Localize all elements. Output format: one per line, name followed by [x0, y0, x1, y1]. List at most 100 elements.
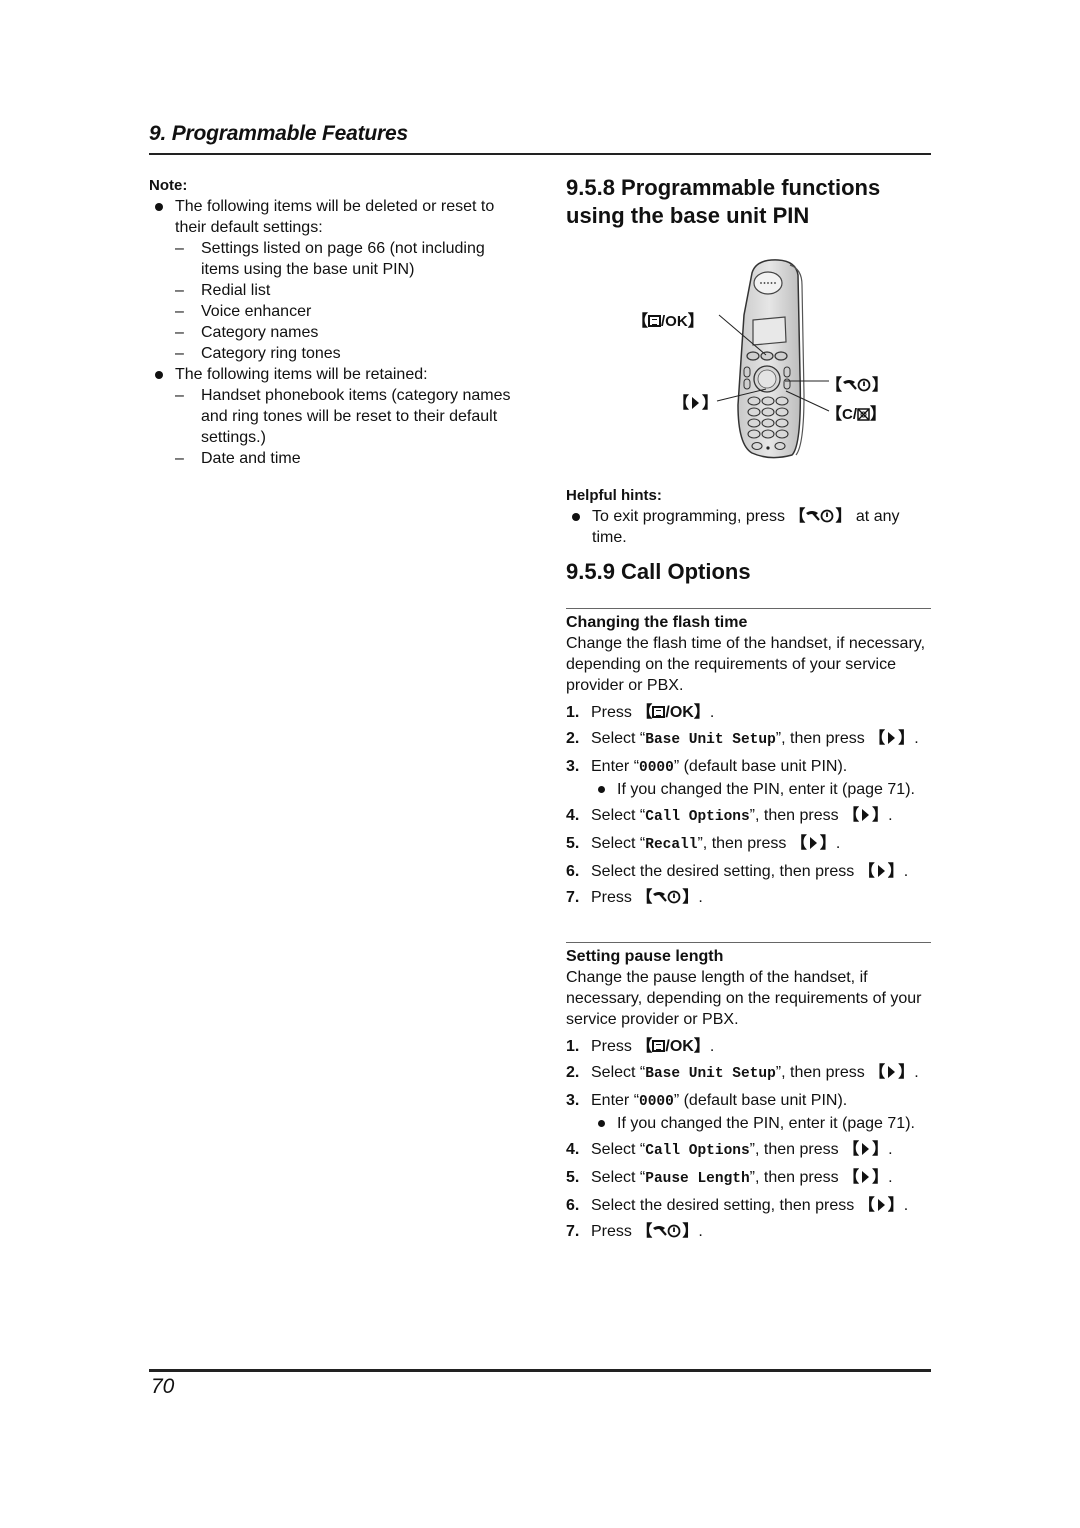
right-arrow-icon [809, 837, 817, 849]
callout-off: 【】 [826, 377, 889, 394]
subsection-rule [566, 608, 931, 609]
menu-item-name: Call Options [645, 809, 750, 825]
step-item: 7. Press 【】. [566, 1223, 703, 1240]
callout-clear: 【C/】 [826, 406, 887, 423]
section-title-959: 9.5.9 Call Options [566, 559, 751, 584]
list-item: – Voice enhancer [175, 303, 312, 320]
callout-menu-ok: 【/OK】 [632, 313, 704, 330]
right-key: 【】 [858, 863, 904, 880]
menu-item-name: Call Options [645, 1143, 750, 1159]
step-note: If you changed the PIN, enter it (page 7… [591, 1113, 936, 1134]
menu-item-name: Base Unit Setup [645, 732, 776, 748]
menu-item-name: 0000 [639, 760, 674, 776]
list-item: – Category names [175, 324, 319, 341]
pause-length-subsection: Setting pause length Change the pause le… [566, 947, 936, 1247]
right-arrow-icon [692, 397, 700, 409]
right-arrow-icon [862, 809, 870, 821]
step-number: 4. [566, 1141, 580, 1158]
subsection-rule [566, 942, 931, 943]
right-key: 【】 [869, 730, 915, 747]
right-key: 【】 [843, 1141, 889, 1158]
menu-item-name: Pause Length [645, 1171, 750, 1187]
subsection-title: Setting pause length [566, 948, 724, 965]
menu-ok-key: 【/OK】 [636, 1038, 710, 1055]
right-key: 【】 [858, 1197, 904, 1214]
callout-right: 【】 [673, 395, 719, 412]
off-hook-power-icon [653, 1224, 681, 1238]
chapter-title: 9. Programmable Features [149, 122, 408, 145]
step-item: 3. Enter “0000” (default base unit PIN). … [566, 1090, 936, 1134]
step-number: 3. [566, 1092, 580, 1109]
step-item: 7. Press 【】. [566, 889, 703, 906]
off-key: 【】 [636, 1223, 699, 1240]
step-number: 1. [566, 1038, 580, 1055]
page-number: 70 [151, 1375, 175, 1398]
note-bullet-deleted: The following items will be deleted or r… [149, 196, 524, 238]
flash-time-subsection: Changing the flash time Change the flash… [566, 613, 936, 913]
step-number: 4. [566, 807, 580, 824]
off-hook-power-icon [843, 378, 871, 392]
step-item: 4. Select “Call Options”, then press 【】. [566, 1141, 893, 1159]
step-item: 5. Select “Pause Length”, then press 【】. [566, 1169, 893, 1187]
hints-label: Helpful hints: [566, 487, 662, 504]
step-number: 6. [566, 1197, 580, 1214]
step-note: If you changed the PIN, enter it (page 7… [591, 779, 936, 800]
menu-icon [648, 315, 662, 327]
step-item: 2. Select “Base Unit Setup”, then press 【… [566, 730, 919, 748]
right-key: 【】 [869, 1064, 915, 1081]
header-rule [149, 153, 931, 155]
right-arrow-icon [877, 1199, 885, 1211]
right-arrow-icon [888, 1066, 896, 1078]
right-arrow-icon [862, 1143, 870, 1155]
note-bullet-retained: The following items will be retained: [149, 364, 524, 385]
footer-rule [149, 1369, 931, 1372]
subsection-title: Changing the flash time [566, 614, 748, 631]
list-item: – Redial list [175, 282, 271, 299]
step-item: 4. Select “Call Options”, then press 【】. [566, 807, 893, 825]
step-item: 5. Select “Recall”, then press 【】. [566, 835, 841, 853]
helpful-hints: Helpful hints: To exit programming, pres… [566, 486, 936, 548]
list-item: – Date and time [175, 450, 301, 467]
retained-items-list: – Handset phonebook items (category names… [149, 385, 524, 469]
pause-steps: 1. Press 【/OK】. 2. Select “Base Unit Setup”… [566, 1036, 936, 1242]
list-item: – Handset phonebook items (category names… [175, 387, 511, 446]
note-label: Note: [149, 177, 188, 194]
handset-icon [716, 259, 830, 459]
menu-item-name: 0000 [639, 1094, 674, 1110]
step-number: 2. [566, 730, 580, 747]
step-item: 1. Press 【/OK】. [566, 1038, 715, 1055]
list-item: – Category ring tones [175, 345, 341, 362]
right-arrow-icon [877, 865, 885, 877]
step-number: 5. [566, 835, 580, 852]
right-key: 【】 [843, 807, 889, 824]
menu-item-name: Recall [645, 837, 698, 853]
off-hook-power-icon [806, 509, 834, 523]
right-arrow-icon [888, 732, 896, 744]
menu-icon [652, 706, 666, 718]
right-key: 【】 [843, 1169, 889, 1186]
step-item: 3. Enter “0000” (default base unit PIN). … [566, 756, 936, 800]
note-block: Note: The following items will be delete… [149, 176, 524, 469]
step-item: 6. Select the desired setting, then press… [566, 863, 909, 880]
off-hook-power-icon [653, 890, 681, 904]
right-arrow-icon [862, 1171, 870, 1183]
step-item: 2. Select “Base Unit Setup”, then press 【… [566, 1064, 919, 1082]
step-number: 2. [566, 1064, 580, 1081]
menu-icon [652, 1040, 666, 1052]
step-number: 5. [566, 1169, 580, 1186]
step-number: 7. [566, 889, 580, 906]
step-number: 7. [566, 1223, 580, 1240]
list-item: – Settings listed on page 66 (not includi… [175, 240, 485, 278]
menu-ok-key: 【/OK】 [636, 704, 710, 721]
section-title-958: 9.5.8 Programmable functions using the b… [566, 175, 881, 228]
flash-steps: 1. Press 【/OK】. 2. Select “Base Unit Setup”… [566, 702, 936, 908]
menu-item-name: Base Unit Setup [645, 1066, 776, 1082]
subsection-description: Change the flash time of the handset, if… [566, 635, 926, 694]
hint-item: To exit programming, press 【】 at any tim… [566, 506, 936, 548]
step-item: 6. Select the desired setting, then press… [566, 1197, 909, 1214]
handset-illustration: 【/OK】 【】 【】 【C/】 [620, 255, 900, 465]
step-number: 3. [566, 758, 580, 775]
right-key: 【】 [790, 835, 836, 852]
step-item: 1. Press 【/OK】. [566, 704, 715, 721]
step-number: 6. [566, 863, 580, 880]
